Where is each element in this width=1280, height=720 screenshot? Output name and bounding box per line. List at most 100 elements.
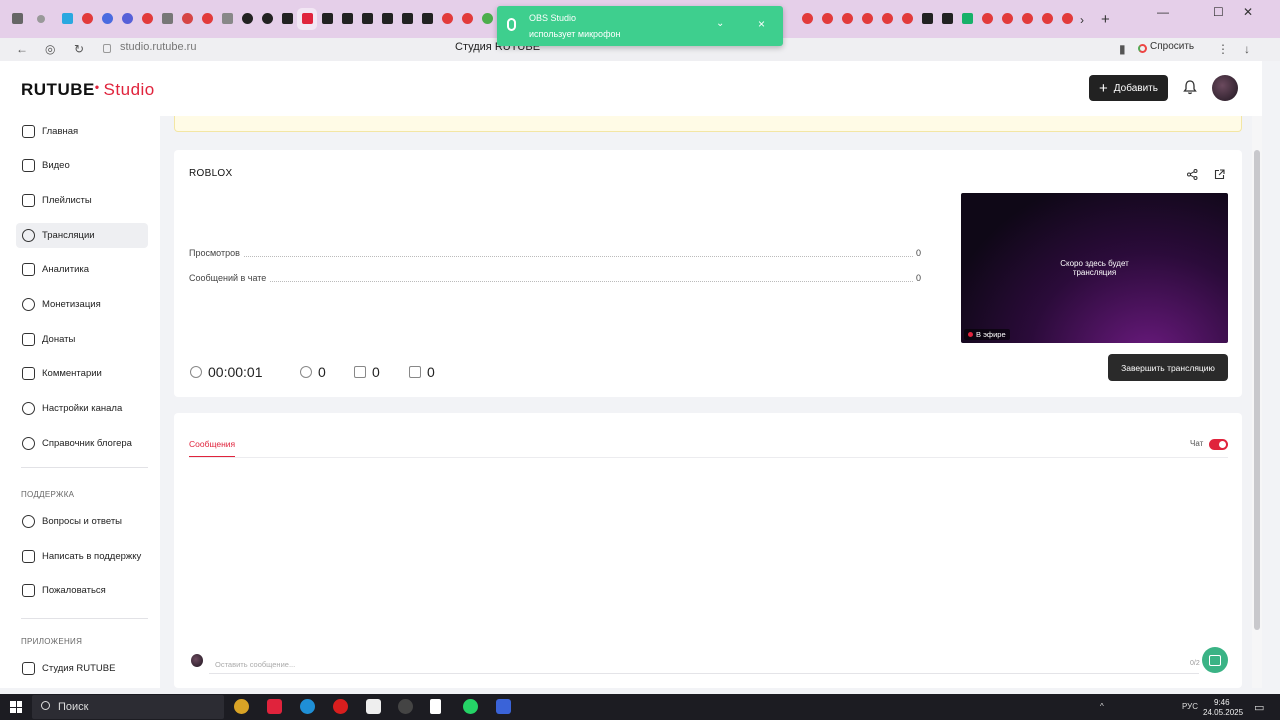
obs-icon[interactable]	[398, 699, 413, 714]
whatsapp-icon[interactable]	[463, 699, 478, 714]
windows-start-icon[interactable]	[10, 701, 22, 713]
tab-favicon-icon[interactable]	[62, 13, 73, 24]
tab-favicon-icon[interactable]	[802, 13, 813, 24]
tab-favicon-icon[interactable]	[882, 13, 893, 24]
clock-time[interactable]: 9:46	[1214, 698, 1230, 707]
sidebar-item-contact-support[interactable]: Написать в поддержку	[16, 544, 148, 569]
tab-favicon-icon[interactable]	[302, 13, 313, 24]
tab-favicon-icon[interactable]	[342, 13, 353, 24]
tab-favicon-icon[interactable]	[982, 13, 993, 24]
opera-icon[interactable]	[333, 699, 348, 714]
scroll-tabs-right-icon[interactable]: ›	[1080, 13, 1084, 27]
notification-message: использует микрофон	[529, 29, 621, 39]
tab-favicon-icon[interactable]	[962, 13, 973, 24]
taskbar-search[interactable]: Поиск	[32, 695, 224, 719]
tab-favicon-icon[interactable]	[1042, 13, 1053, 24]
yandex-browser-icon[interactable]	[234, 699, 249, 714]
yandex-icon[interactable]	[267, 699, 282, 714]
language-indicator[interactable]: РУС	[1182, 702, 1198, 711]
back-icon[interactable]: ←	[16, 42, 28, 56]
sidebar-item-report[interactable]: Пожаловаться	[16, 578, 148, 603]
ask-button[interactable]: Спросить	[1150, 41, 1194, 52]
tab-favicon-icon[interactable]	[902, 13, 913, 24]
rutube-studio-logo[interactable]: RUTUBE• Studio	[21, 80, 155, 100]
tab-favicon-icon[interactable]	[862, 13, 873, 24]
tab-favicon-icon[interactable]	[362, 13, 373, 24]
sidebar-item-monetization[interactable]: Монетизация	[16, 292, 148, 317]
url-field[interactable]: studio.rutube.ru	[120, 41, 196, 53]
tray-chevron-icon[interactable]: ^	[1100, 702, 1104, 711]
sidebar-item-label: Аналитика	[42, 264, 90, 275]
tab-favicon-icon[interactable]	[462, 13, 473, 24]
tab-favicon-icon[interactable]	[842, 13, 853, 24]
chat-toggle[interactable]	[1209, 439, 1228, 450]
tab-favicon-icon[interactable]	[12, 13, 23, 24]
tab-favicon-icon[interactable]	[382, 13, 393, 24]
external-link-icon[interactable]	[1214, 169, 1225, 180]
bookmark-icon[interactable]: ▮	[1119, 42, 1126, 56]
minimize-icon[interactable]: —	[1157, 5, 1169, 19]
sidebar-item-studio-app[interactable]: Студия RUTUBE	[16, 656, 148, 681]
menu-dots-icon[interactable]: ⋮	[1217, 42, 1229, 56]
viewer-icon	[300, 366, 312, 378]
tab-favicon-icon[interactable]	[142, 13, 153, 24]
tab-favicon-icon[interactable]	[1002, 13, 1013, 24]
add-button[interactable]: + Добавить	[1089, 75, 1168, 101]
sidebar-item-donations[interactable]: Донаты	[16, 327, 148, 352]
end-stream-button[interactable]: Завершить трансляцию	[1108, 354, 1228, 381]
history-icon[interactable]: ◎	[45, 42, 55, 56]
tab-favicon-icon[interactable]	[262, 13, 273, 24]
tab-favicon-icon[interactable]	[222, 13, 233, 24]
tab-favicon-icon[interactable]	[162, 13, 173, 24]
sidebar-item-faq[interactable]: Вопросы и ответы	[16, 509, 148, 534]
tab-favicon-icon[interactable]	[182, 13, 193, 24]
tab-favicon-icon[interactable]	[322, 13, 333, 24]
sidebar-item-playlists[interactable]: Плейлисты	[16, 188, 148, 213]
maximize-icon[interactable]: ☐	[1213, 5, 1224, 19]
tab-favicon-icon[interactable]	[482, 13, 493, 24]
sidebar-item-broadcasts[interactable]: Трансляции	[16, 223, 148, 248]
sidebar-item-comments[interactable]: Комментарии	[16, 361, 148, 386]
clock-date[interactable]: 24.05.2025	[1203, 708, 1243, 717]
share-icon[interactable]	[1187, 169, 1198, 180]
sidebar-item-channel-settings[interactable]: Настройки канала	[16, 396, 148, 421]
chevron-down-icon[interactable]: ⌄	[716, 18, 724, 29]
tab-favicon-icon[interactable]	[442, 13, 453, 24]
stream-preview[interactable]: Скоро здесь будет трансляция В эфире	[961, 193, 1228, 343]
avatar[interactable]	[1212, 75, 1238, 101]
reload-icon[interactable]: ↻	[74, 42, 84, 56]
roblox-studio-icon[interactable]	[496, 699, 511, 714]
message-input[interactable]: Оставить сообщение...	[209, 654, 1199, 674]
tab-favicon-icon[interactable]	[402, 13, 413, 24]
tab-messages[interactable]: Сообщения	[189, 439, 235, 449]
tab-favicon-icon[interactable]	[1062, 13, 1073, 24]
tab-favicon-icon[interactable]	[122, 13, 133, 24]
thumbs-down-icon	[409, 366, 421, 378]
edge-icon[interactable]	[300, 699, 315, 714]
tab-favicon-icon[interactable]	[942, 13, 953, 24]
tab-favicon-icon[interactable]	[102, 13, 113, 24]
help-chat-button[interactable]	[1202, 647, 1228, 673]
tab-favicon-icon[interactable]	[282, 13, 293, 24]
tab-favicon-icon[interactable]	[1022, 13, 1033, 24]
cat-app-icon[interactable]	[366, 699, 381, 714]
scrollbar[interactable]	[1254, 150, 1260, 630]
tab-favicon-icon[interactable]	[822, 13, 833, 24]
downloads-icon[interactable]: ↓	[1244, 42, 1250, 56]
sidebar-item-blogger-guide[interactable]: Справочник блогера	[16, 431, 148, 456]
sidebar-item-video[interactable]: Видео	[16, 153, 148, 178]
tab-favicon-icon[interactable]	[202, 13, 213, 24]
notifications-icon[interactable]: ▭	[1254, 701, 1264, 714]
tab-favicon-icon[interactable]	[922, 13, 933, 24]
tab-favicon-icon[interactable]	[242, 13, 253, 24]
close-window-icon[interactable]: ✕	[1243, 5, 1253, 19]
sidebar-item-home[interactable]: Главная	[16, 119, 148, 144]
file-icon[interactable]	[430, 699, 441, 714]
close-icon[interactable]: ×	[758, 17, 765, 31]
sidebar-item-analytics[interactable]: Аналитика	[16, 257, 148, 282]
tab-favicon-icon[interactable]	[422, 13, 433, 24]
new-tab-icon[interactable]: +	[1101, 11, 1110, 28]
bell-icon[interactable]	[1183, 80, 1197, 95]
tab-list-chevron-icon[interactable]	[37, 15, 45, 23]
tab-favicon-icon[interactable]	[82, 13, 93, 24]
